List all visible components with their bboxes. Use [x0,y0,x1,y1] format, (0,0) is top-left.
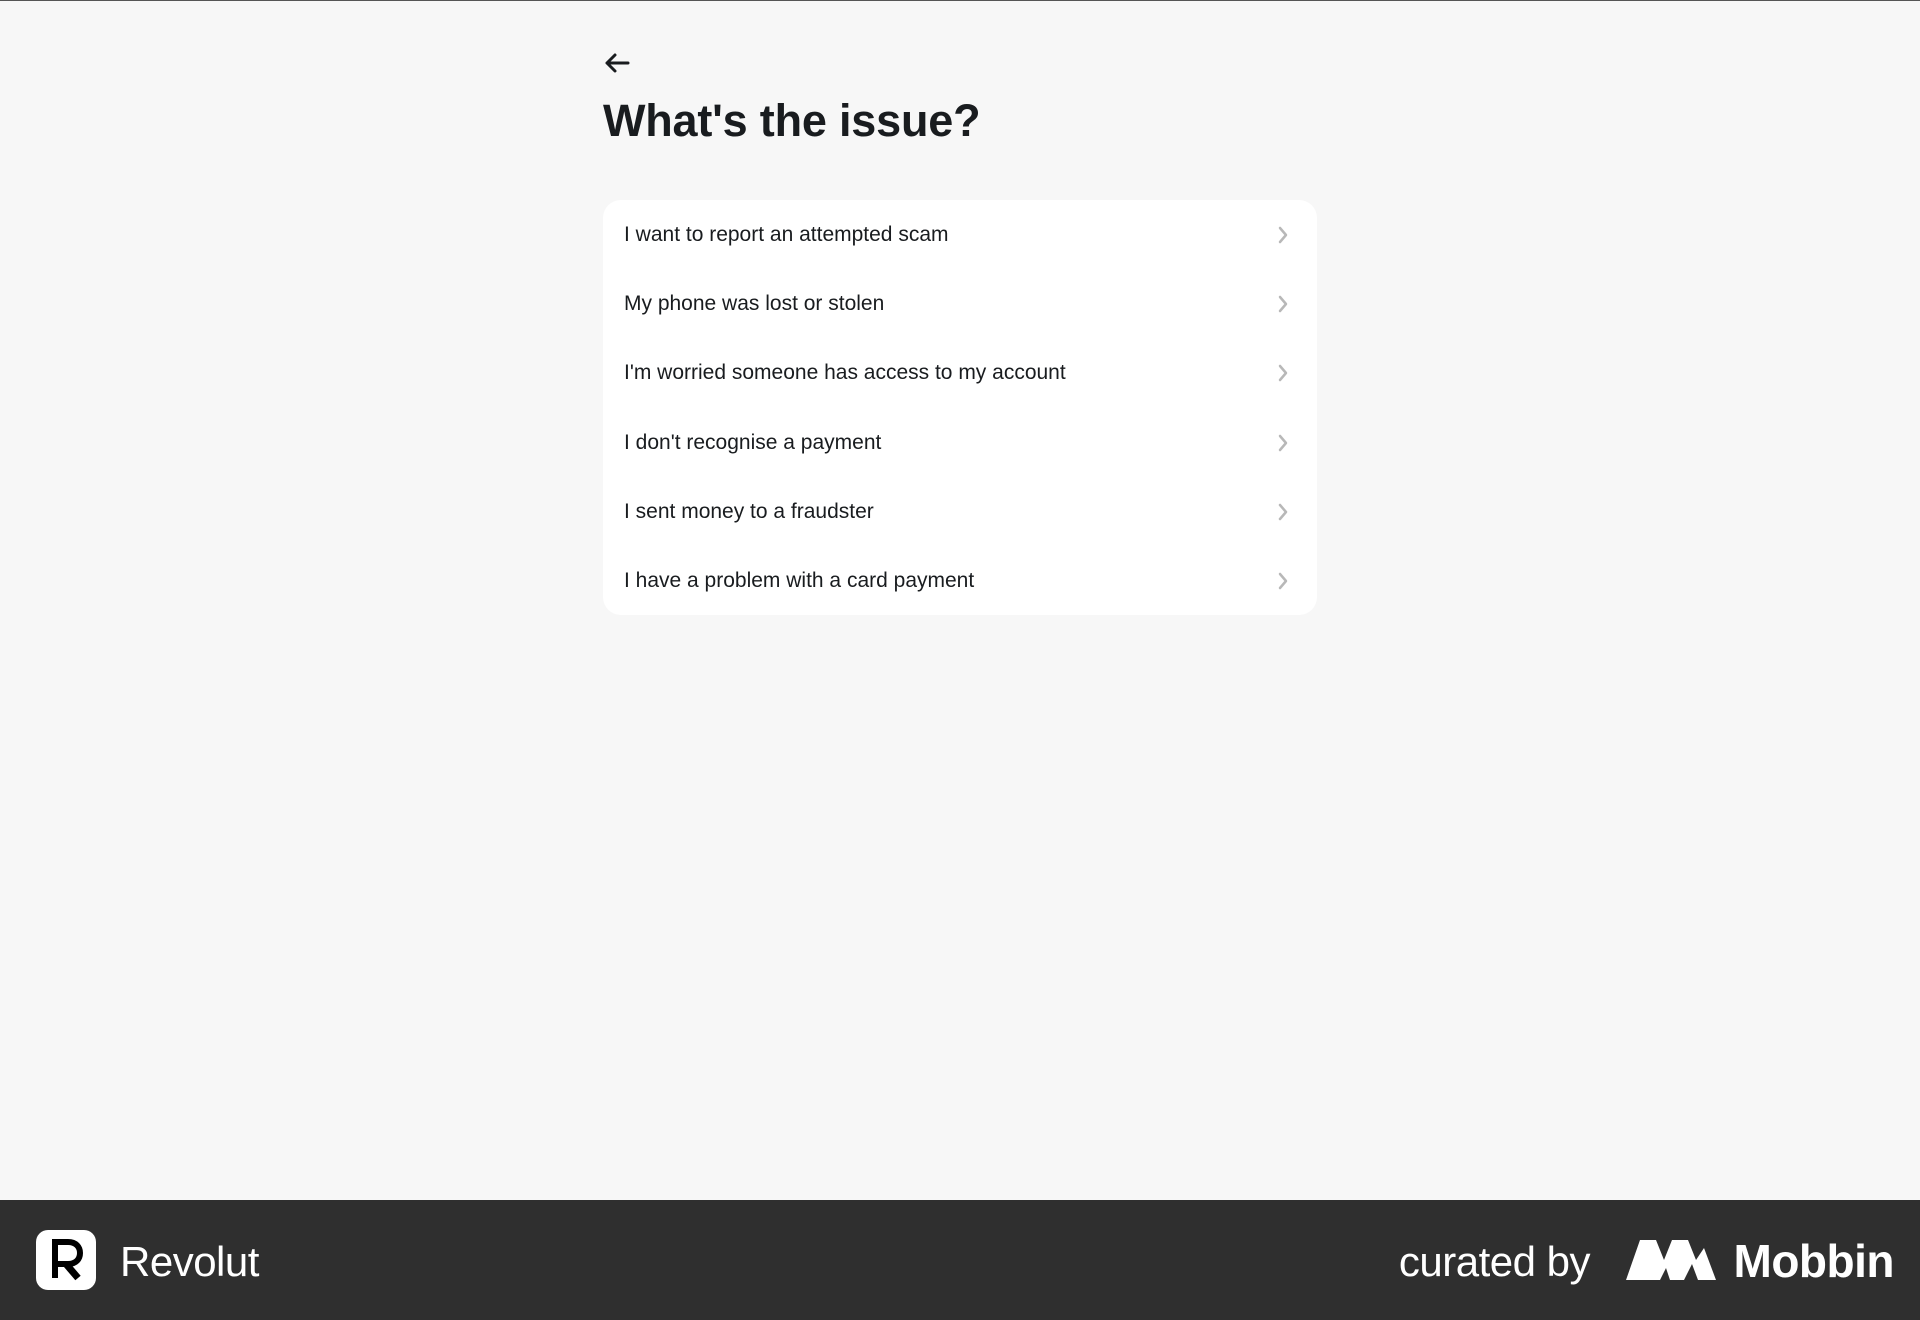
chevron-right-icon [1275,570,1291,592]
chevron-right-icon [1275,432,1291,454]
options-list: I want to report an attempted scam My ph… [603,200,1317,615]
chevron-right-icon [1275,362,1291,384]
option-sent-to-fraudster[interactable]: I sent money to a fraudster [603,477,1317,546]
option-card-payment-problem[interactable]: I have a problem with a card payment [603,546,1317,615]
arrow-left-icon [605,53,630,73]
option-phone-lost[interactable]: My phone was lost or stolen [603,269,1317,338]
footer-bar: Revolut curated by Mobbin [0,1200,1920,1320]
option-label: I don't recognise a payment [624,430,882,454]
chevron-right-icon [1275,501,1291,523]
page-title: What's the issue? [603,95,981,146]
brand-name: Revolut [120,1238,259,1285]
curator-name: Mobbin [1733,1235,1895,1287]
option-label: I have a problem with a card payment [624,569,975,593]
option-account-access[interactable]: I'm worried someone has access to my acc… [603,339,1317,408]
option-label: I want to report an attempted scam [624,222,949,246]
option-unrecognised-payment[interactable]: I don't recognise a payment [603,408,1317,477]
option-label: I sent money to a fraudster [624,499,874,523]
option-report-scam[interactable]: I want to report an attempted scam [603,200,1317,269]
option-label: My phone was lost or stolen [624,291,885,315]
option-label: I'm worried someone has access to my acc… [624,361,1066,385]
revolut-logo-icon [36,1230,96,1290]
chevron-right-icon [1275,293,1291,315]
mobbin-logo-icon [1626,1240,1716,1280]
back-button[interactable] [603,45,639,81]
chevron-right-icon [1275,224,1291,246]
curated-by-label: curated by [1398,1238,1591,1285]
top-border [0,0,1920,1]
